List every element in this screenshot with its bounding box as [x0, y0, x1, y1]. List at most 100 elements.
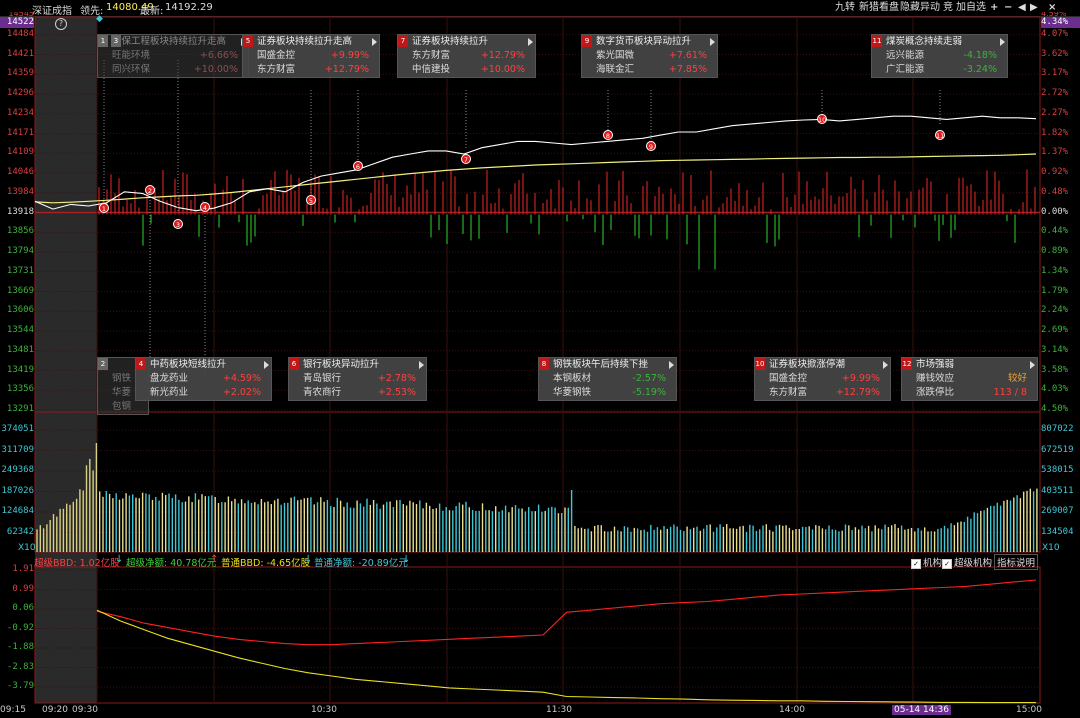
- annotation-number: 6: [289, 358, 299, 370]
- annotation-stock-row[interactable]: 东方财富 +12.79%: [243, 63, 379, 77]
- annotation-stock-row[interactable]: 包钢: [98, 400, 148, 414]
- annotation-number: 9: [582, 35, 592, 47]
- down-arrow-icon: ↓: [402, 554, 411, 565]
- volume-tick-label: 187026: [1, 485, 34, 496]
- indicator-help-button[interactable]: 指标说明: [994, 554, 1039, 570]
- price-tick-label: 13419: [6, 364, 34, 375]
- expand-arrow-icon[interactable]: [528, 38, 533, 46]
- volume-tick-label: 374051: [1, 424, 34, 434]
- annotation-stock-row[interactable]: 东方财富 +12.79%: [755, 386, 890, 400]
- annotation-card[interactable]: 10 证券板块掀涨停潮 国盛金控 +9.99% 东方财富 +12.79%: [754, 357, 891, 401]
- expand-arrow-icon[interactable]: [710, 38, 715, 46]
- annotation-stock-row[interactable]: 本钢板材 -2.57%: [539, 372, 676, 386]
- price-tick-label: 14484: [6, 28, 34, 39]
- event-marker[interactable]: 10: [817, 114, 827, 124]
- annotation-card[interactable]: 7 证券板块持续拉升东方财富 +12.79% 中信建投 +10.00%: [397, 34, 536, 78]
- annotation-card[interactable]: 5 证券板块持续拉升走高 国盛金控 +9.99% 东方财富 +12.79%: [242, 34, 380, 78]
- event-marker[interactable]: 8: [603, 130, 613, 140]
- annotation-title-text: 证券板块持续拉升: [412, 36, 489, 47]
- volume-tick-label: 538015: [1041, 465, 1074, 475]
- annotation-number: 8: [539, 358, 549, 370]
- annotation-title: 11 煤炭概念持续走弱: [872, 35, 1007, 49]
- super-inst-checkbox[interactable]: ✓ 超级机构: [942, 555, 992, 569]
- annotation-stock-row[interactable]: 国盛金控 +9.99%: [755, 372, 890, 386]
- stock-change: +2.78%: [377, 373, 416, 384]
- price-tick-label: 13291: [6, 404, 34, 414]
- annotation-stock-row[interactable]: 远兴能源 -4.18%: [872, 49, 1007, 63]
- expand-arrow-icon[interactable]: [372, 38, 377, 46]
- annotation-stock-row[interactable]: 中信建投 +10.00%: [398, 63, 535, 77]
- bbd-tick-label: 1.91: [12, 564, 34, 574]
- annotation-stock-row[interactable]: 海联金汇 +7.85%: [582, 63, 717, 77]
- annotation-stock-row[interactable]: 旺能环境 +6.66%: [98, 49, 248, 63]
- annotation-stock-row[interactable]: 涨跌停比 113 / 8: [902, 386, 1037, 400]
- top-right-pct-badge: 4.34%: [1041, 17, 1080, 28]
- time-1400: 14:00: [779, 705, 805, 715]
- annotation-stock-row[interactable]: 新光药业 +2.02%: [136, 386, 271, 400]
- event-marker[interactable]: 1: [99, 203, 109, 213]
- stock-change: -4.18%: [963, 50, 997, 61]
- stock-name: 同兴环保: [112, 64, 151, 75]
- annotation-number: 7: [398, 35, 408, 47]
- annotation-card[interactable]: 11 煤炭概念持续走弱 远兴能源 -4.18% 广汇能源 -3.24%: [871, 34, 1008, 78]
- annotation-stock-row[interactable]: 青农商行 +2.53%: [289, 386, 426, 400]
- annotation-stock-row[interactable]: 东方财富 +12.79%: [398, 49, 535, 63]
- annotation-stock-row[interactable]: 同兴环保 +10.00%: [98, 63, 248, 77]
- price-tick-label: 13918: [6, 206, 34, 217]
- event-marker[interactable]: 11: [935, 130, 945, 140]
- annotation-card[interactable]: 9 数字货币板块异动拉升 紫光国微 +7.61% 海联金汇 +7.85%: [581, 34, 718, 78]
- stock-change: +12.79%: [835, 387, 880, 398]
- expand-arrow-icon[interactable]: [419, 361, 424, 369]
- stock-change: +4.59%: [222, 373, 261, 384]
- stock-name: 紫光国微: [596, 50, 635, 61]
- time-1500: 15:00: [1016, 705, 1042, 715]
- inst-checkbox[interactable]: ✓ 机构: [911, 555, 942, 569]
- annotation-number: 12: [902, 358, 912, 370]
- stock-name: 新光药业: [150, 387, 189, 398]
- stock-name: 旺能环境: [112, 50, 151, 61]
- event-marker[interactable]: 4: [200, 202, 210, 212]
- annotation-title: 7 证券板块持续拉升: [398, 35, 535, 49]
- expand-arrow-icon[interactable]: [264, 361, 269, 369]
- expand-arrow-icon[interactable]: [669, 361, 674, 369]
- annotation-stock-row[interactable]: 青岛银行 +2.78%: [289, 372, 426, 386]
- event-marker[interactable]: 3: [173, 219, 183, 229]
- pct-tick-label: 3.14%: [1041, 344, 1069, 355]
- stock-change: +2.02%: [222, 387, 261, 398]
- annotation-title-text: 煤炭概念持续走弱: [886, 36, 963, 47]
- annotation-stock-row[interactable]: 紫光国微 +7.61%: [582, 49, 717, 63]
- check-icon[interactable]: ✓: [942, 558, 952, 569]
- annotation-stock-row[interactable]: 盘龙药业 +4.59%: [136, 372, 271, 386]
- event-marker[interactable]: 5: [306, 195, 316, 205]
- volume-multiplier-right: X10: [1042, 543, 1060, 553]
- annotation-stock-row[interactable]: 华菱钢铁 -5.19%: [539, 386, 676, 400]
- event-marker[interactable]: 2: [145, 185, 155, 195]
- expand-arrow-icon[interactable]: [883, 361, 888, 369]
- stock-change: 113 / 8: [993, 387, 1027, 398]
- help-icon[interactable]: ?: [55, 18, 67, 30]
- expand-arrow-icon[interactable]: [1000, 38, 1005, 46]
- stock-name: 本钢板材: [553, 373, 592, 384]
- event-marker[interactable]: 7: [461, 154, 471, 164]
- annotation-title-text: 环保工程板块持续拉升走高: [112, 36, 227, 47]
- time-0930: 09:30: [72, 705, 98, 715]
- event-marker[interactable]: 9: [646, 141, 656, 151]
- super-bbd-legend: 超级BBD: 1.02亿股: [34, 558, 120, 569]
- pct-tick-label: 4.03%: [1041, 384, 1069, 395]
- annotation-number[interactable]: 3: [111, 35, 121, 47]
- expand-arrow-icon[interactable]: [1030, 361, 1035, 369]
- price-tick-label: 13984: [6, 186, 34, 197]
- annotation-number: 2: [98, 358, 108, 370]
- check-icon[interactable]: ✓: [911, 558, 921, 569]
- annotation-card[interactable]: 8 钢铁板块午后持续下挫 本钢板材 -2.57% 华菱钢铁 -5.19%: [538, 357, 677, 401]
- annotation-stock-row[interactable]: 国盛金控 +9.99%: [243, 49, 379, 63]
- annotation-stock-row[interactable]: 广汇能源 -3.24%: [872, 63, 1007, 77]
- stock-name: 国盛金控: [257, 50, 296, 61]
- annotation-card[interactable]: 4 中药板块短线拉升 盘龙药业 +4.59% 新光药业 +2.02%: [135, 357, 272, 401]
- event-marker[interactable]: 6: [353, 161, 363, 171]
- annotation-stock-row[interactable]: 赚钱效应 较好: [902, 372, 1037, 386]
- time-0920: 09:20: [42, 705, 68, 715]
- annotation-card[interactable]: 12 市场强弱 赚钱效应 较好 涨跌停比 113 / 8: [901, 357, 1038, 401]
- down-arrow-icon: ↓: [304, 554, 313, 565]
- annotation-card[interactable]: 6 银行板块异动拉升 青岛银行 +2.78% 青农商行 +2.53%: [288, 357, 427, 401]
